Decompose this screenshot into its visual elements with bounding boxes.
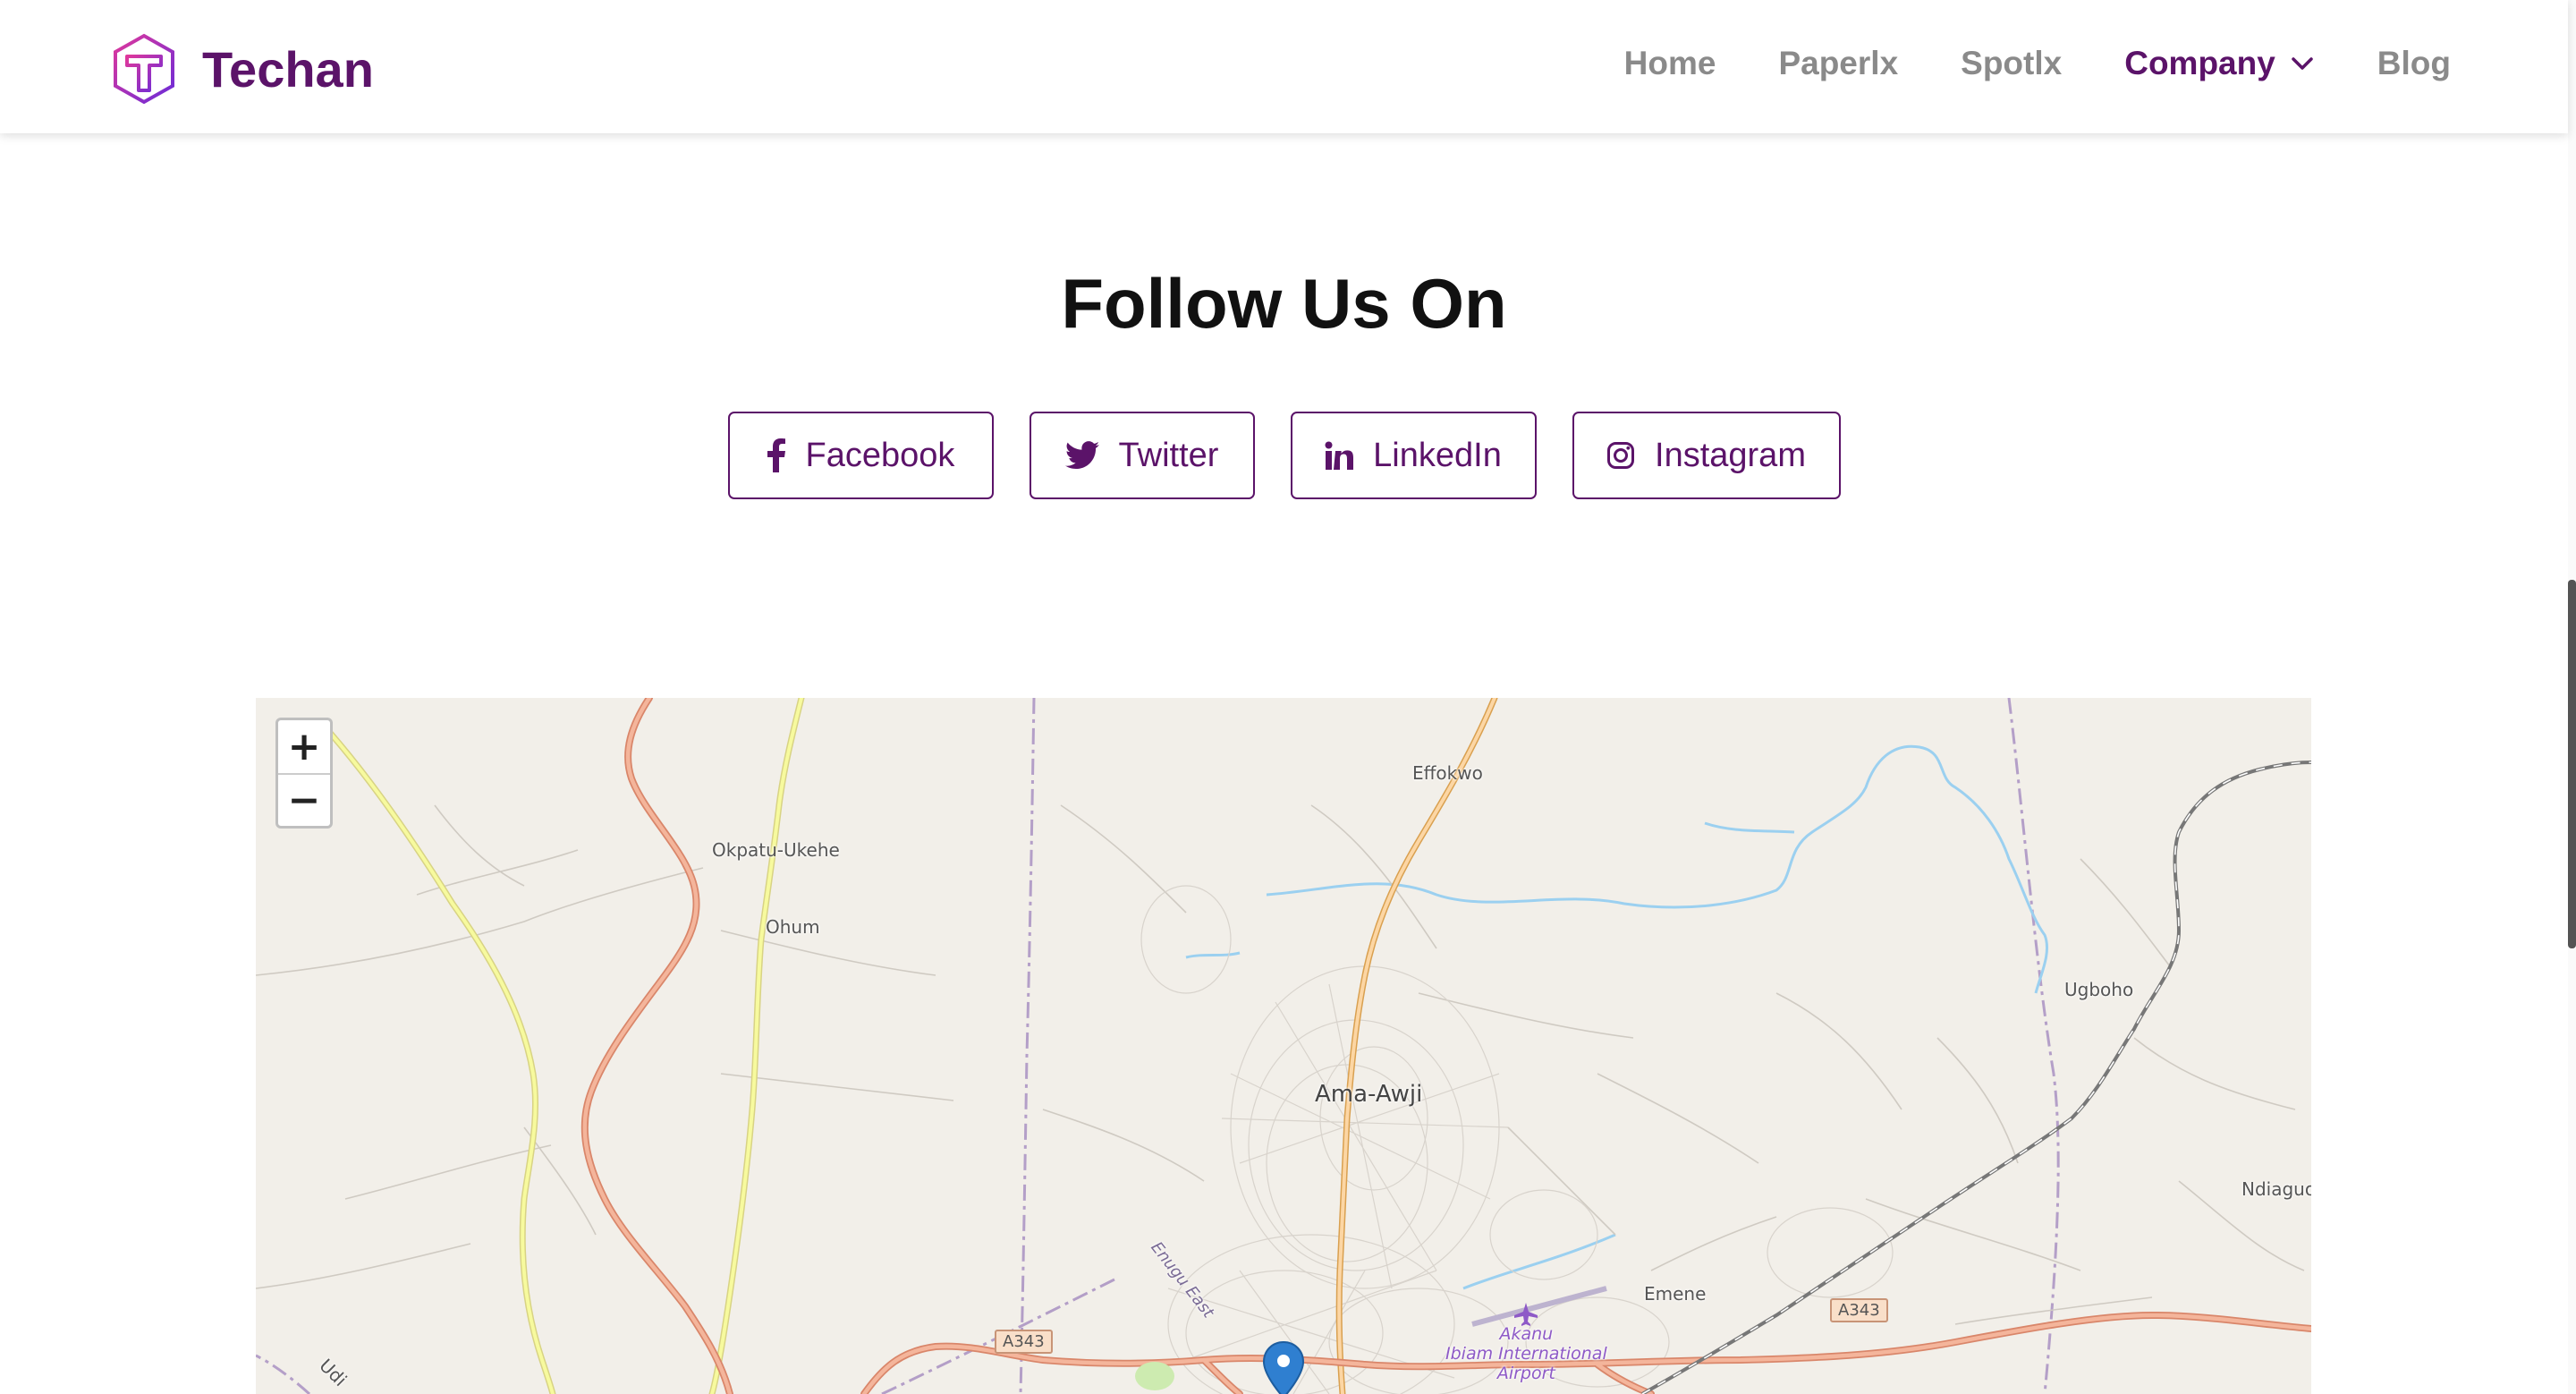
linkedin-button[interactable]: LinkedIn (1290, 412, 1537, 499)
road-shield-a343-west: A343 (995, 1330, 1053, 1354)
chevron-down-icon (2292, 57, 2313, 70)
follow-title: Follow Us On (1061, 264, 1507, 343)
nav-spotlx[interactable]: Spotlx (1961, 45, 2062, 82)
nav-company-dropdown[interactable]: Company (2124, 45, 2315, 82)
linkedin-icon (1325, 441, 1354, 470)
page-scrollbar[interactable] (2568, 0, 2576, 1394)
nav-spotlx-label: Spotlx (1961, 45, 2063, 81)
map-label-ohum: Ohum (766, 916, 820, 938)
nav-blog-label: Blog (2377, 45, 2451, 81)
road-shield-a343-east: A343 (1830, 1298, 1888, 1322)
map-tiles (256, 698, 2311, 1394)
zoom-in-button[interactable]: + (278, 720, 330, 773)
linkedin-label: LinkedIn (1373, 436, 1502, 474)
main-nav: Home Paperlx Spotlx Company Blog (1562, 39, 2451, 88)
map-label-okpatu-ukehe: Okpatu-Ukehe (712, 839, 840, 861)
location-map[interactable]: Effokwo Okpatu-Ukehe Ohum Ama-Awji Ugboh… (256, 698, 2311, 1394)
top-navbar: Techan Home Paperlx Spotlx Company Blog (0, 0, 2568, 133)
instagram-icon (1607, 442, 1635, 469)
map-label-emene: Emene (1644, 1283, 1707, 1305)
map-label-ama-awji: Ama-Awji (1315, 1081, 1423, 1108)
nav-blog[interactable]: Blog (2377, 45, 2451, 82)
location-marker-icon[interactable] (1261, 1340, 1306, 1394)
map-label-ndiaguo: Ndiaguo (2241, 1178, 2311, 1200)
facebook-label: Facebook (805, 436, 955, 474)
brand-name: Techan (202, 40, 374, 98)
zoom-out-button[interactable]: − (278, 773, 330, 826)
map-label-ugboho: Ugboho (2064, 979, 2134, 1000)
twitter-button[interactable]: Twitter (1029, 412, 1255, 499)
twitter-label: Twitter (1118, 436, 1219, 474)
nav-home-label: Home (1623, 45, 1716, 81)
facebook-icon (767, 438, 785, 472)
map-label-effokwo: Effokwo (1412, 762, 1483, 784)
nav-company-label: Company (2124, 45, 2275, 81)
nav-home[interactable]: Home (1624, 45, 1716, 82)
scrollbar-thumb[interactable] (2568, 580, 2576, 948)
map-zoom-control: + − (275, 718, 333, 829)
techan-logo-icon (114, 33, 174, 105)
airport-line-2: Ibiam International (1445, 1344, 1607, 1364)
instagram-button[interactable]: Instagram (1572, 412, 1841, 499)
instagram-label: Instagram (1655, 436, 1806, 474)
social-buttons: Facebook Twitter LinkedIn Instagram (0, 412, 2568, 499)
brand-logo[interactable]: Techan (113, 33, 374, 105)
facebook-button[interactable]: Facebook (727, 412, 994, 499)
nav-paperlx[interactable]: Paperlx (1778, 45, 1898, 82)
nav-paperlx-label: Paperlx (1778, 45, 1899, 81)
airport-line-1: Akanu (1499, 1324, 1554, 1344)
map-label-airport: Akanu Ibiam International Airport (1445, 1324, 1607, 1383)
airport-line-3: Airport (1496, 1364, 1555, 1383)
twitter-icon (1064, 441, 1099, 470)
